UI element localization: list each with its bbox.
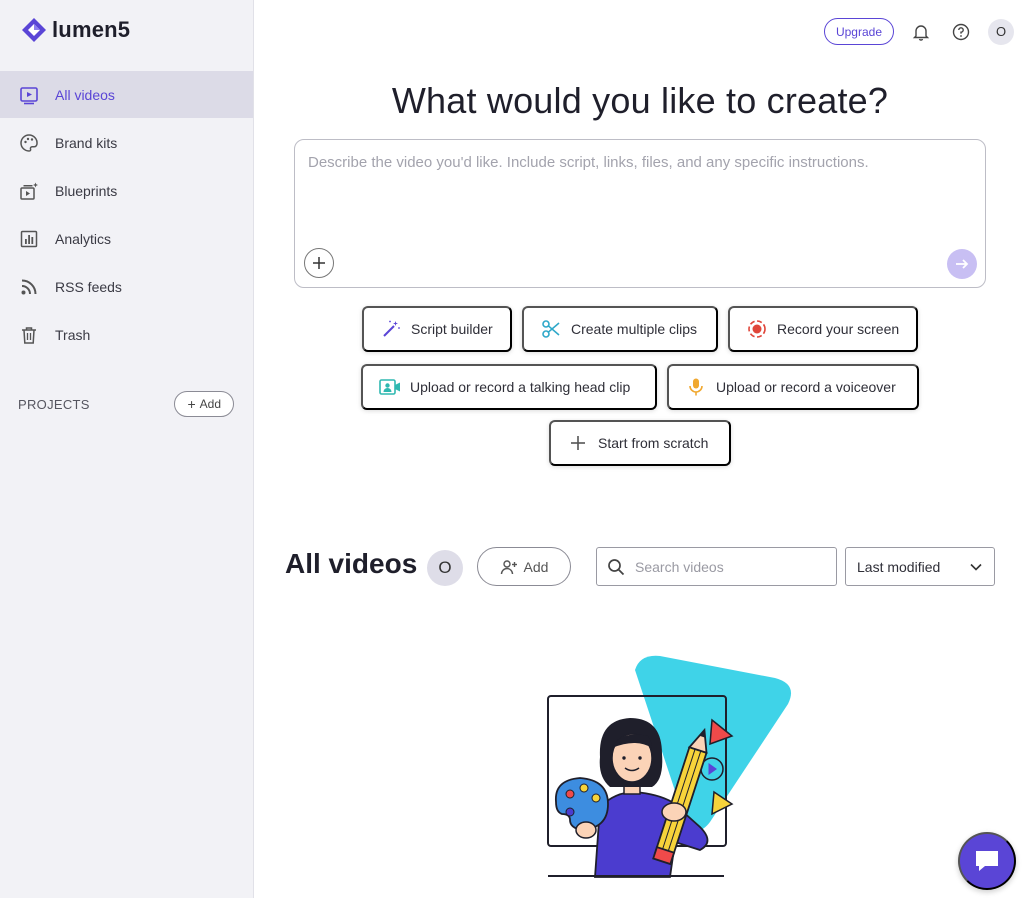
empty-state-illustration bbox=[547, 655, 792, 878]
arrow-right-icon bbox=[956, 259, 969, 269]
help-icon[interactable] bbox=[948, 19, 974, 45]
plus-icon bbox=[313, 257, 325, 269]
video-library-icon bbox=[18, 84, 40, 106]
sidebar-item-brand-kits[interactable]: Brand kits bbox=[0, 119, 253, 166]
sidebar-item-blueprints[interactable]: Blueprints bbox=[0, 167, 253, 214]
sidebar-item-label: Analytics bbox=[55, 230, 112, 247]
user-avatar[interactable]: O bbox=[988, 18, 1014, 45]
voiceover-button[interactable]: Upload or record a voiceover bbox=[667, 364, 919, 410]
sidebar: lumen5 All videos Brand kits Blueprints … bbox=[0, 0, 254, 898]
camera-person-icon bbox=[379, 376, 401, 398]
analytics-icon bbox=[18, 228, 40, 250]
add-project-button[interactable]: + Add bbox=[174, 391, 234, 417]
all-videos-title: All videos bbox=[285, 548, 418, 579]
blueprint-icon bbox=[18, 180, 40, 202]
chip-label: Start from scratch bbox=[598, 435, 709, 451]
attach-button[interactable] bbox=[304, 248, 334, 278]
record-icon bbox=[746, 318, 768, 340]
sidebar-item-analytics[interactable]: Analytics bbox=[0, 215, 253, 262]
sidebar-item-label: Trash bbox=[55, 326, 91, 343]
plus-icon bbox=[567, 432, 589, 454]
member-avatar[interactable]: O bbox=[427, 550, 463, 586]
sidebar-item-trash[interactable]: Trash bbox=[0, 311, 253, 358]
sidebar-item-all-videos[interactable]: All videos bbox=[0, 71, 253, 118]
chip-label: Script builder bbox=[411, 321, 493, 337]
chip-label: Upload or record a voiceover bbox=[716, 379, 896, 395]
sidebar-item-rss-feeds[interactable]: RSS feeds bbox=[0, 263, 253, 310]
lumen5-logo[interactable]: lumen5 bbox=[20, 16, 130, 44]
create-multiple-clips-button[interactable]: Create multiple clips bbox=[522, 306, 718, 352]
chat-support-button[interactable] bbox=[958, 832, 1016, 890]
chip-label: Record your screen bbox=[777, 321, 900, 337]
sidebar-item-label: Brand kits bbox=[55, 134, 118, 151]
scissors-icon bbox=[540, 318, 562, 340]
talking-head-button[interactable]: Upload or record a talking head clip bbox=[361, 364, 657, 410]
add-user-icon bbox=[500, 559, 517, 574]
projects-header: PROJECTS + Add bbox=[18, 391, 234, 417]
microphone-icon bbox=[685, 376, 707, 398]
sort-select[interactable]: Last modified bbox=[845, 547, 995, 586]
projects-label: PROJECTS bbox=[18, 396, 90, 412]
topbar: Upgrade O bbox=[823, 18, 1014, 45]
search-box[interactable] bbox=[596, 547, 837, 586]
search-input[interactable] bbox=[635, 558, 815, 575]
lumen5-logo-icon bbox=[22, 18, 46, 42]
prompt-box[interactable]: Describe the video you'd like. Include s… bbox=[294, 139, 986, 288]
sidebar-nav: All videos Brand kits Blueprints Analyti… bbox=[0, 71, 253, 359]
sidebar-item-label: Blueprints bbox=[55, 182, 118, 199]
upgrade-button[interactable]: Upgrade bbox=[823, 18, 894, 45]
sidebar-item-label: All videos bbox=[55, 86, 115, 103]
plus-icon: + bbox=[187, 396, 196, 412]
add-member-label: Add bbox=[523, 558, 549, 575]
palette-icon bbox=[18, 132, 40, 154]
magic-wand-icon bbox=[380, 318, 402, 340]
trash-icon bbox=[18, 324, 40, 346]
add-project-label: Add bbox=[199, 397, 221, 411]
sort-value: Last modified bbox=[857, 558, 941, 575]
send-button[interactable] bbox=[947, 249, 977, 279]
page-title: What would you like to create? bbox=[391, 80, 889, 121]
add-member-button[interactable]: Add bbox=[477, 547, 571, 586]
chip-label: Create multiple clips bbox=[571, 321, 698, 337]
rss-icon bbox=[18, 276, 40, 298]
bell-icon[interactable] bbox=[908, 19, 934, 45]
script-builder-button[interactable]: Script builder bbox=[362, 306, 512, 352]
start-from-scratch-button[interactable]: Start from scratch bbox=[549, 420, 731, 466]
chat-icon bbox=[976, 851, 998, 871]
chip-label: Upload or record a talking head clip bbox=[410, 379, 631, 395]
lumen5-logo-text: lumen5 bbox=[52, 17, 131, 42]
prompt-input[interactable]: Describe the video you'd like. Include s… bbox=[308, 154, 869, 171]
search-icon bbox=[608, 558, 625, 575]
record-screen-button[interactable]: Record your screen bbox=[728, 306, 918, 352]
sidebar-item-label: RSS feeds bbox=[55, 278, 122, 295]
chevron-down-icon bbox=[970, 563, 982, 571]
